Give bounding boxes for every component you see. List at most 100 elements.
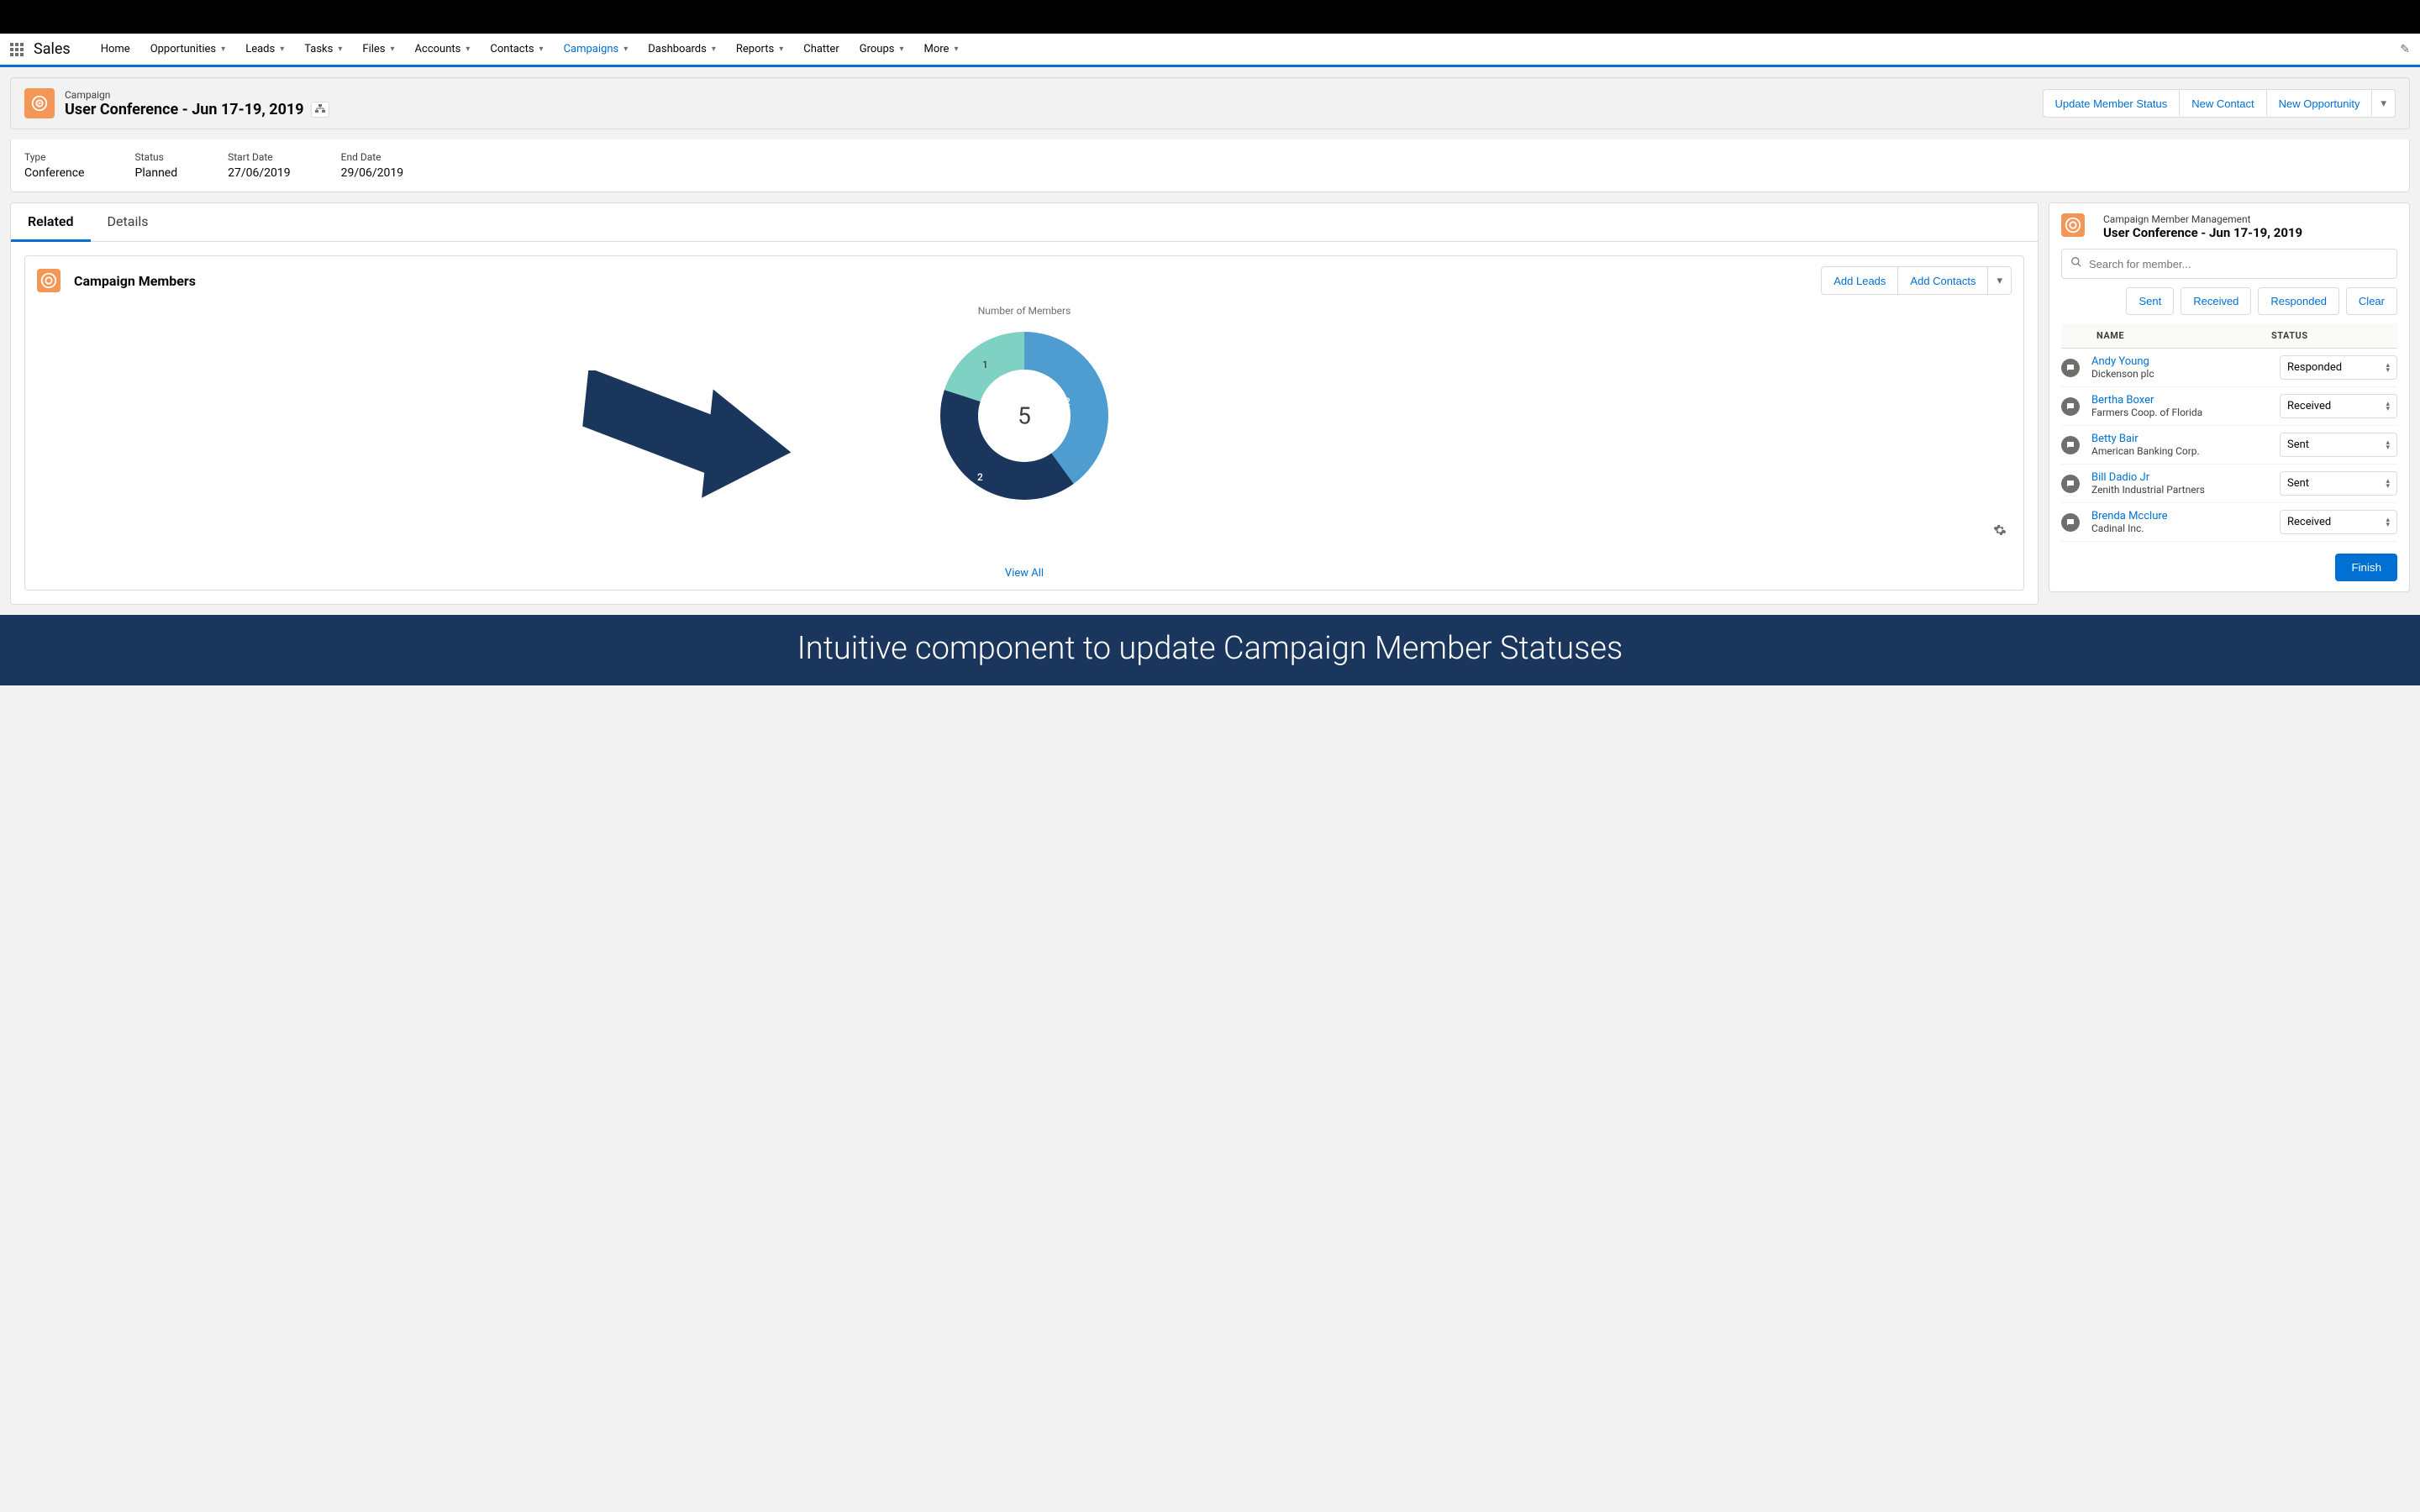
highlight-field: StatusPlanned	[134, 151, 177, 180]
nav-tab-files[interactable]: Files ▾	[352, 34, 404, 65]
chart-segment-label: 1	[982, 359, 988, 370]
chevron-down-icon[interactable]: ▾	[539, 45, 544, 54]
chevron-down-icon[interactable]: ▾	[338, 45, 342, 54]
highlight-field: Type Conference	[24, 151, 84, 180]
status-value: Received	[2287, 516, 2331, 528]
hierarchy-icon[interactable]	[311, 102, 329, 118]
chevron-down-icon[interactable]: ▾	[391, 45, 395, 54]
chart-segment-label: 2	[1065, 396, 1071, 407]
member-management-panel: Campaign Member Management User Conferen…	[2049, 202, 2410, 592]
update-member-status-button[interactable]: Update Member Status	[2043, 89, 2181, 118]
status-select[interactable]: Received ▴▾	[2280, 510, 2397, 534]
chat-icon[interactable]	[2061, 513, 2080, 532]
nav-tab-tasks[interactable]: Tasks▾	[294, 34, 352, 65]
status-value: Sent	[2287, 477, 2309, 490]
member-name-link[interactable]: Bill Dadio Jr	[2091, 471, 2280, 484]
left-column: Related Details Campaign Members Add Lea…	[10, 202, 2039, 605]
chat-icon[interactable]	[2061, 397, 2080, 416]
nav-tab-label: Files	[362, 43, 385, 55]
chevron-down-icon[interactable]: ▾	[280, 45, 284, 54]
chevron-down-icon[interactable]: ▾	[221, 45, 225, 54]
nav-tab-groups[interactable]: Groups▾	[850, 34, 914, 65]
member-name-link[interactable]: Betty Bair	[2091, 433, 2280, 445]
nav-tab-label: Chatter	[803, 43, 839, 55]
new-opportunity-button[interactable]: New Opportunity	[2267, 89, 2373, 118]
tab-details[interactable]: Details	[91, 203, 166, 241]
card-actions-more-button[interactable]: ▾	[1988, 266, 2012, 295]
member-row: Bill Dadio Jr Zenith Industrial Partners…	[2061, 465, 2397, 503]
member-row: Betty Bair American Banking Corp. Sent ▴…	[2061, 426, 2397, 465]
nav-tab-opportunities[interactable]: Opportunities▾	[140, 34, 236, 65]
member-name-link[interactable]: Brenda Mcclure	[2091, 510, 2280, 522]
member-row: Bertha Boxer Farmers Coop. of Florida Re…	[2061, 387, 2397, 426]
highlight-field: Start Date 27/06/2019	[228, 151, 291, 180]
status-select[interactable]: Responded ▴▾	[2280, 355, 2397, 380]
add-contacts-button[interactable]: Add Contacts	[1898, 266, 1988, 295]
highlight-value: Planned	[134, 166, 177, 180]
tab-related[interactable]: Related	[11, 203, 91, 242]
global-nav: Sales HomeOpportunities▾Leads▾Tasks▾File…	[0, 34, 2420, 67]
nav-tab-chatter[interactable]: Chatter	[793, 34, 850, 65]
nav-tab-campaigns[interactable]: Campaigns ▾	[554, 34, 639, 67]
nav-tab-leads[interactable]: Leads▾	[235, 34, 294, 65]
stepper-arrows-icon: ▴▾	[2386, 363, 2390, 373]
new-contact-button[interactable]: New Contact	[2180, 89, 2266, 118]
app-launcher-icon[interactable]	[10, 43, 24, 56]
gear-icon[interactable]	[1993, 523, 2007, 540]
nav-tab-label: Accounts	[415, 43, 461, 55]
campaign-members-card: Campaign Members Add Leads Add Contacts …	[24, 255, 2024, 591]
status-select[interactable]: Sent ▴▾	[2280, 471, 2397, 496]
nav-tab-reports[interactable]: Reports▾	[726, 34, 793, 65]
status-select[interactable]: Sent ▴▾	[2280, 433, 2397, 457]
header-actions: Update Member Status New Contact New Opp…	[2043, 89, 2396, 118]
add-leads-button[interactable]: Add Leads	[1821, 266, 1898, 295]
status-value: Sent	[2287, 438, 2309, 451]
nav-tab-label: Campaigns	[564, 43, 619, 55]
finish-button[interactable]: Finish	[2335, 554, 2397, 581]
nav-tab-label: Contacts	[490, 43, 534, 55]
card-title: Campaign Members	[74, 273, 196, 289]
chat-icon[interactable]	[2061, 475, 2080, 493]
highlight-label: End Date	[341, 151, 404, 163]
member-search-input[interactable]	[2089, 258, 2388, 270]
nav-tab-contacts[interactable]: Contacts ▾	[480, 34, 553, 65]
member-search[interactable]	[2061, 249, 2397, 279]
filter-received-button[interactable]: Received	[2181, 287, 2251, 315]
nav-tab-accounts[interactable]: Accounts ▾	[405, 34, 481, 65]
nav-tab-home[interactable]: Home	[91, 34, 140, 65]
edit-nav-icon[interactable]: ✎	[2400, 43, 2410, 56]
view-all-link[interactable]: View All	[25, 557, 2023, 590]
nav-tab-dashboards[interactable]: Dashboards▾	[638, 34, 726, 65]
top-black-bar	[0, 0, 2420, 34]
status-select[interactable]: Received ▴▾	[2280, 394, 2397, 418]
app-name: Sales	[34, 40, 71, 58]
chat-icon[interactable]	[2061, 436, 2080, 454]
filter-responded-button[interactable]: Responded	[2258, 287, 2339, 315]
highlight-panel: Type Conference StatusPlanned Start Date 27/…	[10, 139, 2410, 192]
object-label: Campaign	[65, 89, 329, 101]
member-company: Dickenson plc	[2091, 368, 2280, 380]
highlight-value: Conference	[24, 166, 84, 180]
chevron-down-icon[interactable]: ▾	[954, 45, 958, 54]
member-company: Zenith Industrial Partners	[2091, 484, 2280, 496]
chevron-down-icon[interactable]: ▾	[779, 45, 783, 54]
chevron-down-icon[interactable]: ▾	[466, 45, 470, 54]
status-value: Responded	[2287, 361, 2342, 374]
panel-subtitle: Campaign Member Management	[2103, 213, 2302, 225]
campaign-icon	[37, 269, 60, 292]
member-name-link[interactable]: Andy Young	[2091, 355, 2280, 368]
highlight-label: Start Date	[228, 151, 291, 163]
filter-sent-button[interactable]: Sent	[2126, 287, 2174, 315]
member-row: Brenda Mcclure Cadinal Inc. Received ▴▾	[2061, 503, 2397, 542]
chevron-down-icon[interactable]: ▾	[623, 45, 628, 54]
filter-clear-button[interactable]: Clear	[2346, 287, 2397, 315]
header-actions-more-button[interactable]: ▾	[2372, 89, 2396, 118]
highlight-value: 27/06/2019	[228, 166, 291, 180]
member-name-link[interactable]: Bertha Boxer	[2091, 394, 2280, 407]
chevron-down-icon[interactable]: ▾	[899, 45, 903, 54]
highlight-label: Type	[24, 151, 84, 163]
chevron-down-icon[interactable]: ▾	[712, 45, 716, 54]
campaign-icon	[2061, 213, 2085, 237]
chat-icon[interactable]	[2061, 359, 2080, 377]
nav-tab-more[interactable]: More▾	[914, 34, 969, 65]
